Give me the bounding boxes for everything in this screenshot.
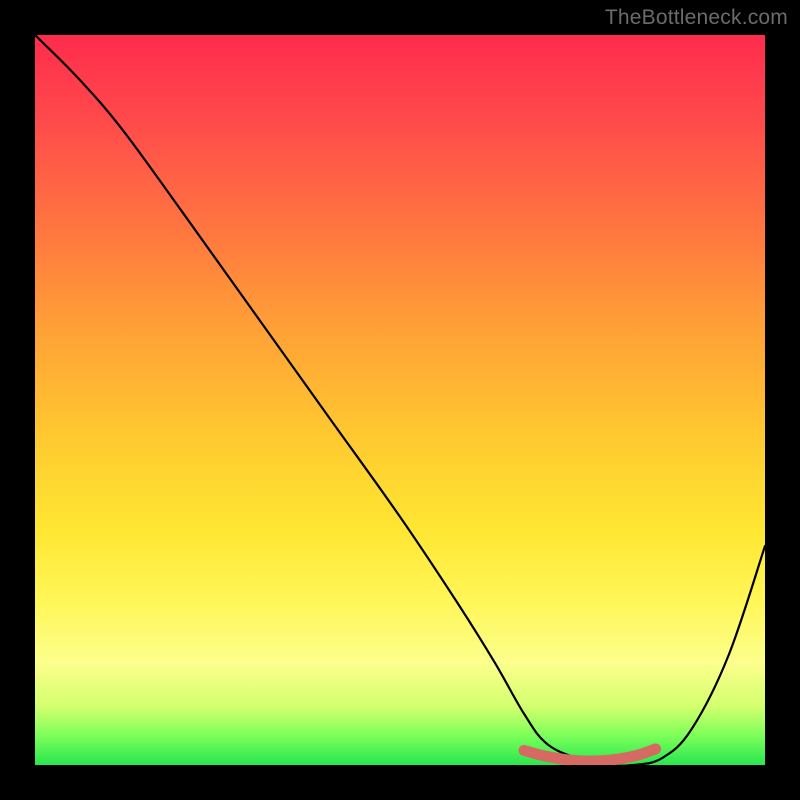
watermark-text: TheBottleneck.com <box>605 6 788 30</box>
chart-frame: TheBottleneck.com <box>0 0 800 800</box>
minimum-highlight-path <box>524 749 655 761</box>
chart-plot-area <box>35 35 765 765</box>
bottleneck-curve-path <box>35 35 765 765</box>
chart-svg <box>35 35 765 765</box>
